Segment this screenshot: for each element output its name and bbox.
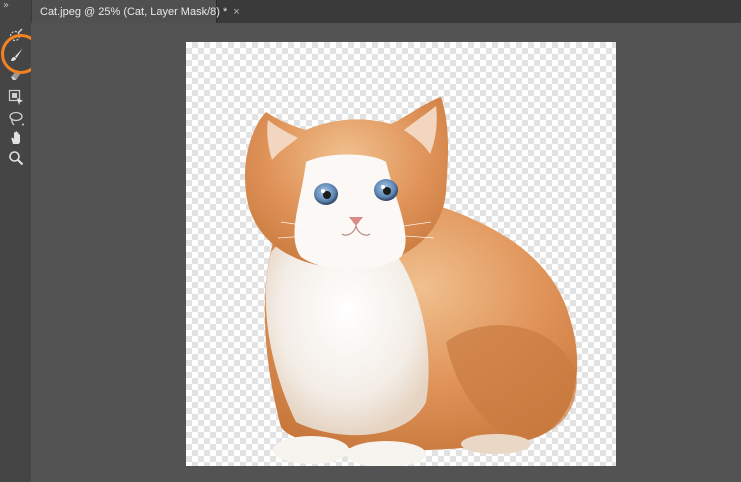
brush-icon[interactable]: [6, 45, 26, 65]
document-tab-title: Cat.jpeg @ 25% (Cat, Layer Mask/8) *: [40, 5, 228, 18]
cat-image: [245, 97, 578, 466]
canvas-area[interactable]: [31, 23, 741, 482]
quick-selection-icon[interactable]: [6, 25, 26, 45]
lasso-icon[interactable]: [6, 108, 26, 128]
object-selection-icon[interactable]: [6, 87, 26, 107]
document-canvas[interactable]: [186, 42, 616, 466]
document-tab-bar: Cat.jpeg @ 25% (Cat, Layer Mask/8) * ×: [31, 0, 741, 24]
hand-icon[interactable]: [6, 128, 26, 148]
tools-panel: »: [0, 0, 32, 482]
eraser-icon[interactable]: [6, 64, 26, 84]
zoom-icon[interactable]: [6, 148, 26, 168]
document-tab[interactable]: Cat.jpeg @ 25% (Cat, Layer Mask/8) * ×: [32, 0, 240, 23]
close-icon[interactable]: ×: [233, 6, 239, 18]
panel-collapse-icon[interactable]: »: [3, 1, 9, 11]
